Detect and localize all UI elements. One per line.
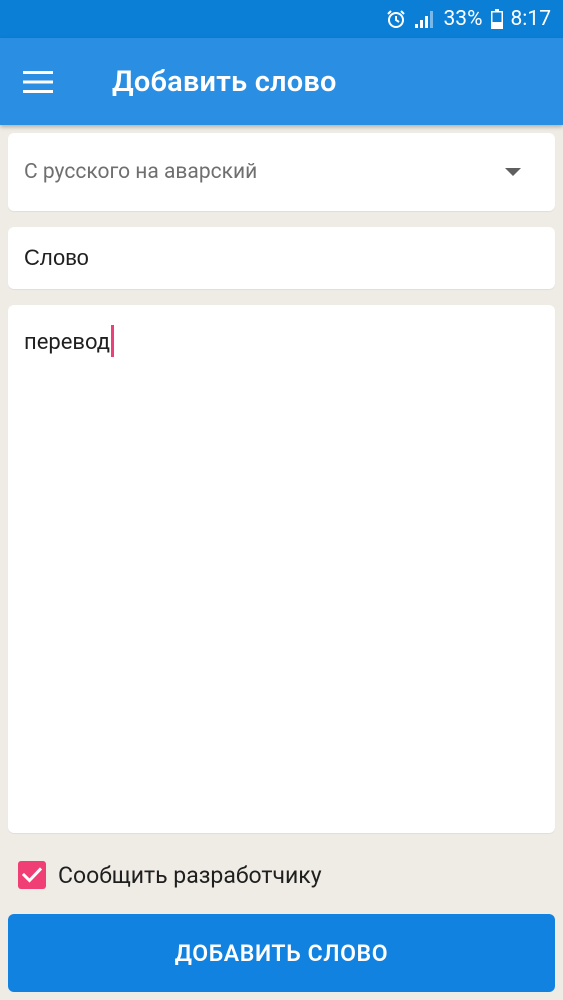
notify-developer-checkbox-row[interactable]: Сообщить разработчику bbox=[18, 857, 322, 893]
word-field-container bbox=[8, 227, 555, 289]
page-title: Добавить слово bbox=[112, 64, 337, 99]
add-word-button[interactable]: ДОБАВИТЬ СЛОВО bbox=[8, 914, 555, 992]
direction-select[interactable]: С русского на аварский bbox=[8, 133, 555, 211]
status-bar: 33% 8:17 bbox=[0, 0, 563, 38]
notify-developer-checkbox[interactable] bbox=[18, 861, 46, 889]
alarm-icon bbox=[386, 9, 406, 29]
notify-developer-label: Сообщить разработчику bbox=[58, 861, 322, 889]
battery-icon bbox=[490, 9, 503, 29]
clock: 8:17 bbox=[510, 7, 552, 31]
dropdown-arrow-icon bbox=[505, 168, 521, 176]
word-input[interactable] bbox=[24, 245, 539, 271]
text-cursor bbox=[111, 325, 115, 357]
battery-percent: 33% bbox=[443, 7, 483, 31]
translation-text: перевод bbox=[24, 330, 111, 355]
app-bar: Добавить слово bbox=[0, 38, 563, 125]
hamburger-menu-icon[interactable] bbox=[0, 38, 76, 125]
direction-select-value: С русского на аварский bbox=[24, 160, 258, 184]
signal-icon bbox=[414, 9, 436, 29]
translation-input[interactable]: перевод bbox=[8, 305, 555, 833]
